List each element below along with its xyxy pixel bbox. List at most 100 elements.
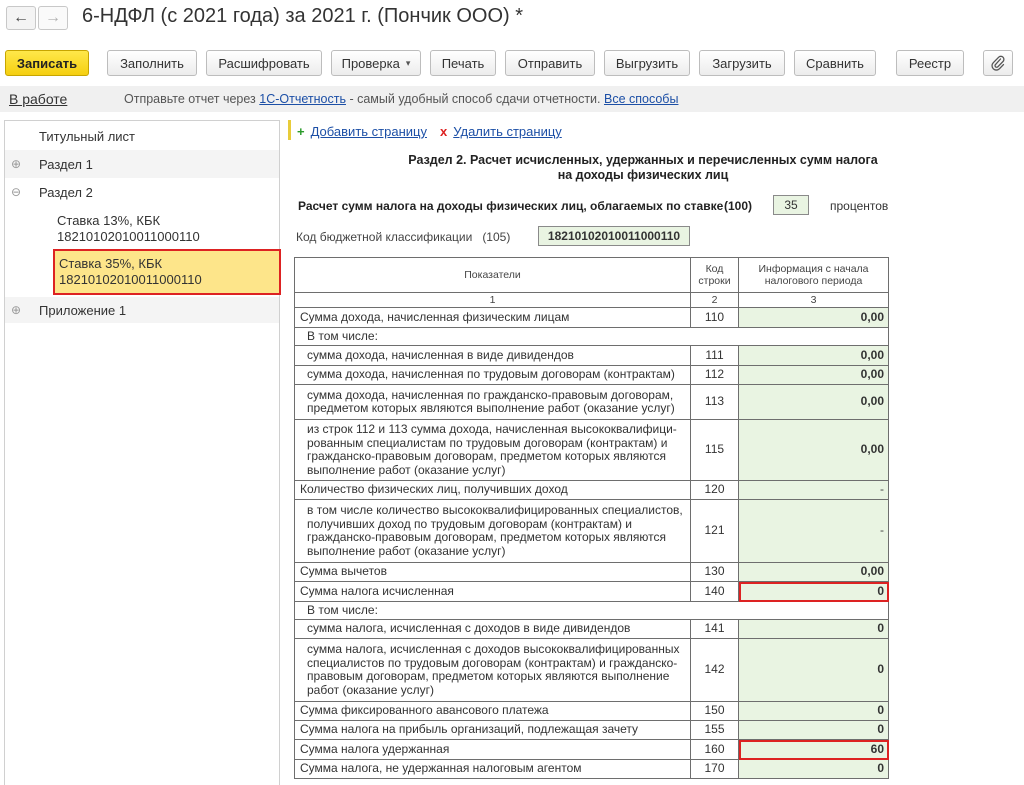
kbk-field[interactable]: 18210102010011000110 <box>538 226 690 246</box>
row-label: в том числе количество высококвалифициро… <box>294 499 691 563</box>
sections-tree: Титульный лист ⊕ Раздел 1 ⊖ Раздел 2 Ста… <box>4 120 281 785</box>
row-code: 111 <box>690 345 739 366</box>
row-value-140[interactable]: 0 <box>738 581 889 602</box>
rate-field[interactable]: 35 <box>773 195 809 215</box>
expand-icon[interactable]: ⊕ <box>11 157 21 171</box>
all-methods-link[interactable]: Все способы <box>604 92 678 106</box>
registry-button[interactable]: Реестр <box>896 50 964 76</box>
fill-button[interactable]: Заполнить <box>107 50 197 76</box>
rate-35-label: Ставка 35%, КБК <box>59 256 163 271</box>
header-num-1: 1 <box>294 292 691 308</box>
table-row: сумма дохода, начисленная по трудовым до… <box>294 365 889 385</box>
row-value-170[interactable]: 0 <box>738 759 889 779</box>
table-row: Сумма дохода, начисленная физическим лиц… <box>294 307 889 328</box>
service-link[interactable]: 1С-Отчетность <box>259 92 346 106</box>
info-text-after: - самый удобный способ сдачи отчетности. <box>345 92 604 106</box>
export-button[interactable]: Выгрузить <box>604 50 690 76</box>
check-dropdown-button[interactable]: Проверка ▾ <box>331 50 421 76</box>
row-code: 120 <box>690 480 739 500</box>
row-subheading: В том числе: <box>294 601 889 620</box>
row-code: 112 <box>690 365 739 385</box>
plus-icon: + <box>297 124 305 139</box>
add-page-label: Добавить страницу <box>310 124 427 139</box>
row-code: 113 <box>690 384 739 420</box>
table-row: сумма дохода, начисленная в виде дивиден… <box>294 345 889 366</box>
row-label: Сумма налога удержанная <box>294 739 691 760</box>
header-line-code: Код строки <box>690 257 739 293</box>
table-row: Сумма налога на прибыль организаций, под… <box>294 720 889 740</box>
check-button-label: Проверка <box>341 55 400 71</box>
rate-unit: процентов <box>830 199 889 213</box>
row-label: сумма дохода, начисленная по гражданско-… <box>294 384 691 420</box>
row-value-112[interactable]: 0,00 <box>738 365 889 385</box>
save-button[interactable]: Записать <box>5 50 89 76</box>
forward-arrow-icon[interactable]: → <box>38 6 68 30</box>
window-title: 6-НДФЛ (с 2021 года) за 2021 г. (Пончик … <box>82 5 524 27</box>
tree-item-rate-13[interactable]: Ставка 13%, КБК 18210102010011000110 <box>5 207 279 247</box>
rate-35-kbk: 18210102010011000110 <box>59 272 202 287</box>
tree-item-label: Приложение 1 <box>39 303 127 318</box>
rate-line-code: (100) <box>724 199 753 213</box>
row-value-120[interactable]: - <box>738 480 889 500</box>
row-code: 121 <box>690 499 739 563</box>
status-link[interactable]: В работе <box>9 91 67 107</box>
tree-item-rate-35-selected[interactable]: Ставка 35%, КБК 18210102010011000110 <box>53 249 281 295</box>
tree-item-label: Ставка 13%, КБК 18210102010011000110 <box>57 213 200 245</box>
row-code: 150 <box>690 701 739 721</box>
row-value-141[interactable]: 0 <box>738 619 889 639</box>
row-value-155[interactable]: 0 <box>738 720 889 740</box>
send-button[interactable]: Отправить <box>505 50 595 76</box>
import-button[interactable]: Загрузить <box>699 50 785 76</box>
row-code: 110 <box>690 307 739 328</box>
delete-page-link[interactable]: x Удалить страницу <box>440 124 562 139</box>
table-row: В том числе: <box>294 327 889 346</box>
row-value-130[interactable]: 0,00 <box>738 562 889 582</box>
collapse-icon[interactable]: ⊖ <box>11 185 21 199</box>
delete-page-label: Удалить страницу <box>453 124 562 139</box>
kbk-label: Код бюджетной классификации (105) <box>296 230 510 244</box>
info-bar: В работе Отправьте отчет через 1С-Отчетн… <box>0 86 1024 112</box>
row-code: 115 <box>690 419 739 481</box>
row-value-142[interactable]: 0 <box>738 638 889 702</box>
back-arrow-icon[interactable]: ← <box>6 6 36 30</box>
row-value-110[interactable]: 0,00 <box>738 307 889 328</box>
kbk-label-text: Код бюджетной классификации <box>296 230 473 244</box>
table-row: Сумма налога удержанная 160 60 <box>294 739 889 760</box>
row-value-113[interactable]: 0,00 <box>738 384 889 420</box>
chevron-down-icon: ▾ <box>405 57 411 68</box>
tree-item-appendix-1[interactable]: ⊕ Приложение 1 <box>5 297 279 323</box>
row-label: Сумма налога исчисленная <box>294 581 691 602</box>
rate-13-kbk: 18210102010011000110 <box>57 229 200 244</box>
row-value-150[interactable]: 0 <box>738 701 889 721</box>
header-num-2: 2 <box>690 292 739 308</box>
expand-icon[interactable]: ⊕ <box>11 303 21 317</box>
compare-button[interactable]: Сравнить <box>794 50 876 76</box>
tree-item-title-page[interactable]: Титульный лист <box>5 121 279 149</box>
tree-item-label: Титульный лист <box>39 129 136 144</box>
row-value-121[interactable]: - <box>738 499 889 563</box>
row-value-160[interactable]: 60 <box>738 739 889 760</box>
info-text-before: Отправьте отчет через <box>124 92 260 106</box>
tree-item-section-1[interactable]: ⊕ Раздел 1 <box>5 150 279 178</box>
add-page-link[interactable]: + Добавить страницу <box>297 124 427 139</box>
delete-icon: x <box>440 124 448 139</box>
row-value-115[interactable]: 0,00 <box>738 419 889 481</box>
row-label: Сумма фиксированного авансового платежа <box>294 701 691 721</box>
decode-button[interactable]: Расшифровать <box>206 50 322 76</box>
info-message: Отправьте отчет через 1С-Отчетность - са… <box>124 92 678 106</box>
table-row: В том числе: <box>294 601 889 620</box>
print-button[interactable]: Печать <box>430 50 496 76</box>
section-title-line-1: Раздел 2. Расчет исчисленных, удержанных… <box>408 153 878 167</box>
row-value-111[interactable]: 0,00 <box>738 345 889 366</box>
header-num-3: 3 <box>738 292 889 308</box>
attach-button[interactable] <box>983 50 1013 76</box>
header-indicators: Показатели <box>294 257 691 293</box>
table-row: из строк 112 и 113 сумма дохода, начисле… <box>294 419 889 481</box>
row-code: 140 <box>690 581 739 602</box>
kbk-line-code: (105) <box>482 230 511 244</box>
row-label: сумма дохода, начисленная в виде дивиден… <box>294 345 691 366</box>
table-row: сумма налога, исчисленная с доходов в ви… <box>294 619 889 639</box>
row-code: 170 <box>690 759 739 779</box>
tree-item-section-2[interactable]: ⊖ Раздел 2 <box>5 178 279 206</box>
row-label: Сумма налога на прибыль организаций, под… <box>294 720 691 740</box>
